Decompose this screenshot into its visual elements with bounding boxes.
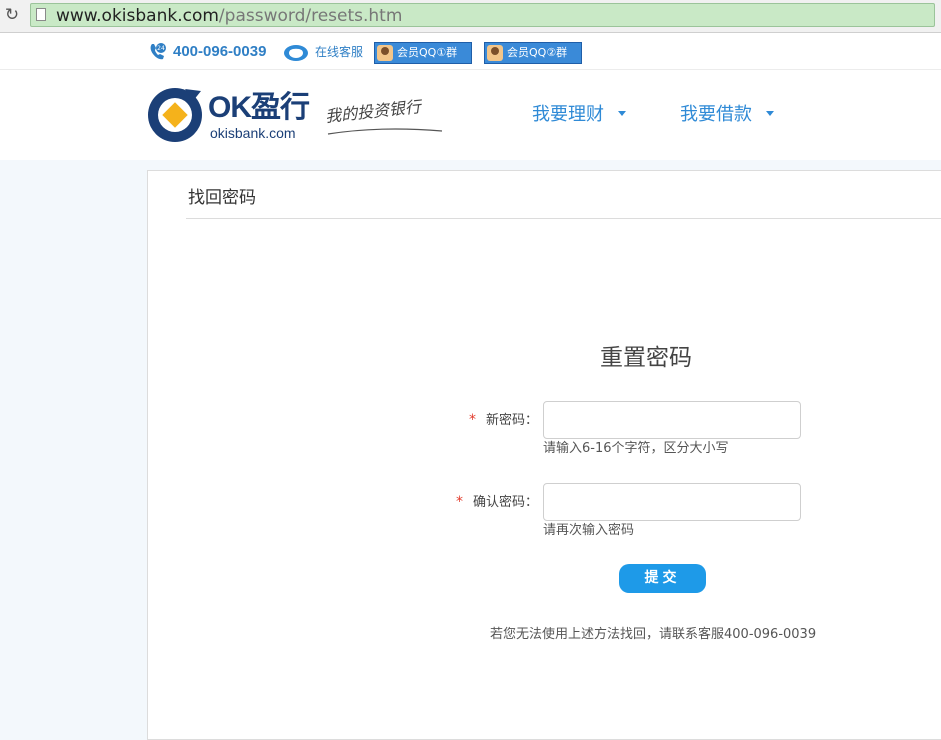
new-password-hint: 请输入6-16个字符，区分大小写 (543, 441, 729, 456)
panel-title: 找回密码 (188, 188, 256, 208)
qq-group-label: 会员QQ①群 (397, 46, 458, 59)
site-header: OK盈行 okisbank.com 我的投资银行 我要理财 我要借款 (0, 70, 941, 160)
reload-icon[interactable]: ↻ (3, 6, 21, 24)
svg-text:24: 24 (157, 45, 165, 52)
chevron-down-icon (618, 110, 626, 116)
phone-24h-icon: 24 (150, 43, 166, 60)
url-text[interactable]: www.okisbank.com/password/resets.htm (56, 5, 402, 27)
qq-group-2-button[interactable]: 会员QQ②群 (484, 42, 582, 64)
nav-invest-label: 我要理财 (532, 104, 604, 125)
slogan: 我的投资银行 (324, 97, 422, 126)
okisbank-logo-icon[interactable] (147, 85, 205, 143)
required-mark: * (456, 494, 463, 510)
online-service-link[interactable]: 在线客服 (315, 44, 363, 60)
qq-group-label: 会员QQ②群 (507, 46, 568, 59)
logo-wordmark: OK盈行 (208, 91, 310, 124)
page-icon (36, 8, 46, 21)
reset-password-panel: 找回密码 重置密码 * 新密码： 请输入6-16个字符，区分大小写 * 确认密码… (147, 170, 941, 740)
nav-borrow[interactable]: 我要借款 (680, 103, 774, 127)
nav-invest[interactable]: 我要理财 (532, 103, 626, 127)
nav-borrow-label: 我要借款 (680, 104, 752, 125)
qq-group-1-button[interactable]: 会员QQ①群 (374, 42, 472, 64)
panel-divider (186, 218, 941, 219)
confirm-password-hint: 请再次输入密码 (543, 523, 635, 538)
new-password-input[interactable] (543, 401, 801, 439)
confirm-password-input[interactable] (543, 483, 801, 521)
browser-toolbar: ↻ www.okisbank.com/password/resets.htm (0, 0, 941, 33)
qq-avatar-icon (487, 45, 503, 61)
url-host: www.okisbank.com (56, 6, 219, 26)
address-bar[interactable]: www.okisbank.com/password/resets.htm (30, 3, 935, 27)
help-text: 若您无法使用上述方法找回，请联系客服400-096-0039 (490, 627, 817, 642)
new-password-label: 新密码： (486, 413, 539, 428)
submit-button[interactable]: 提交 (619, 564, 706, 593)
top-info-bar: 24 400-096-0039 在线客服 会员QQ①群 会员QQ②群 (0, 33, 941, 70)
confirm-password-label: 确认密码： (473, 495, 539, 510)
qq-avatar-icon (377, 45, 393, 61)
url-path: /password/resets.htm (218, 6, 403, 26)
chevron-down-icon (766, 110, 774, 116)
required-mark: * (469, 412, 476, 428)
slogan-underline (327, 128, 443, 135)
customer-service-icon[interactable] (282, 42, 310, 62)
form-heading: 重置密码 (600, 345, 692, 371)
hotline-number: 400-096-0039 (173, 43, 267, 60)
logo-domain: okisbank.com (210, 125, 296, 141)
